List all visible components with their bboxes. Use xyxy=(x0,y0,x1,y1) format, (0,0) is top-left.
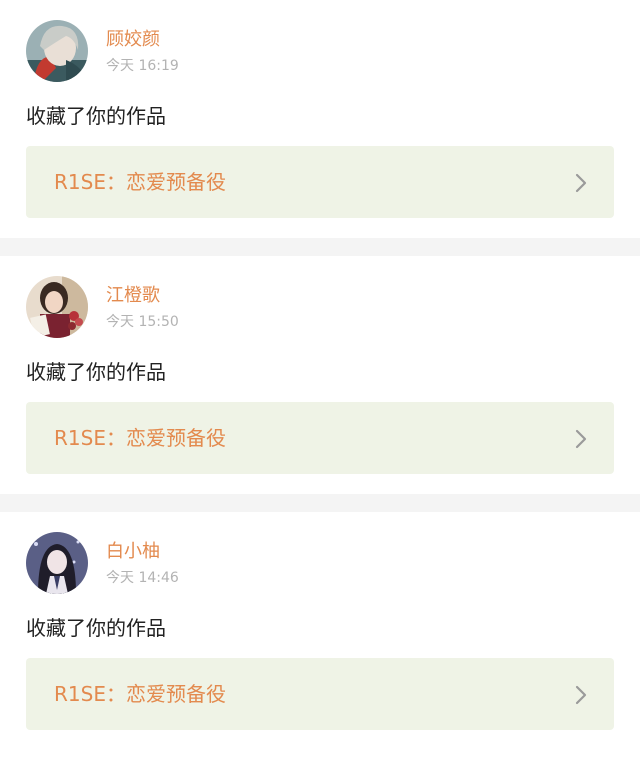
action-text: 收藏了你的作品 xyxy=(26,616,166,640)
action-text: 收藏了你的作品 xyxy=(26,104,166,128)
user-name[interactable]: 江橙歌 xyxy=(106,285,160,307)
work-link[interactable]: R1SE：恋爱预备役 xyxy=(26,658,614,730)
notification-card: 白小柚 今天 14:46 收藏了你的作品 R1SE：恋爱预备役 xyxy=(0,512,640,759)
user-name[interactable]: 白小柚 xyxy=(106,541,160,563)
work-title: R1SE：恋爱预备役 xyxy=(54,170,226,194)
timestamp: 今天 15:50 xyxy=(106,314,179,330)
action-text: 收藏了你的作品 xyxy=(26,360,166,384)
avatar-image xyxy=(26,532,88,594)
notification-card: 江橙歌 今天 15:50 收藏了你的作品 R1SE：恋爱预备役 xyxy=(0,256,640,494)
avatar-image xyxy=(26,276,88,338)
notification-feed: 顾姣颜 今天 16:19 收藏了你的作品 R1SE：恋爱预备役 江橙歌 今天 1… xyxy=(0,0,640,759)
chevron-right-icon xyxy=(575,173,587,193)
timestamp: 今天 14:46 xyxy=(106,570,179,586)
avatar[interactable] xyxy=(26,532,88,594)
work-title: R1SE：恋爱预备役 xyxy=(54,426,226,450)
user-name[interactable]: 顾姣颜 xyxy=(106,29,160,51)
avatar-image xyxy=(26,20,88,82)
avatar[interactable] xyxy=(26,276,88,338)
work-title: R1SE：恋爱预备役 xyxy=(54,682,226,706)
timestamp: 今天 16:19 xyxy=(106,58,179,74)
notification-card: 顾姣颜 今天 16:19 收藏了你的作品 R1SE：恋爱预备役 xyxy=(0,0,640,238)
chevron-right-icon xyxy=(575,429,587,449)
work-link[interactable]: R1SE：恋爱预备役 xyxy=(26,146,614,218)
work-link[interactable]: R1SE：恋爱预备役 xyxy=(26,402,614,474)
avatar[interactable] xyxy=(26,20,88,82)
chevron-right-icon xyxy=(575,685,587,705)
